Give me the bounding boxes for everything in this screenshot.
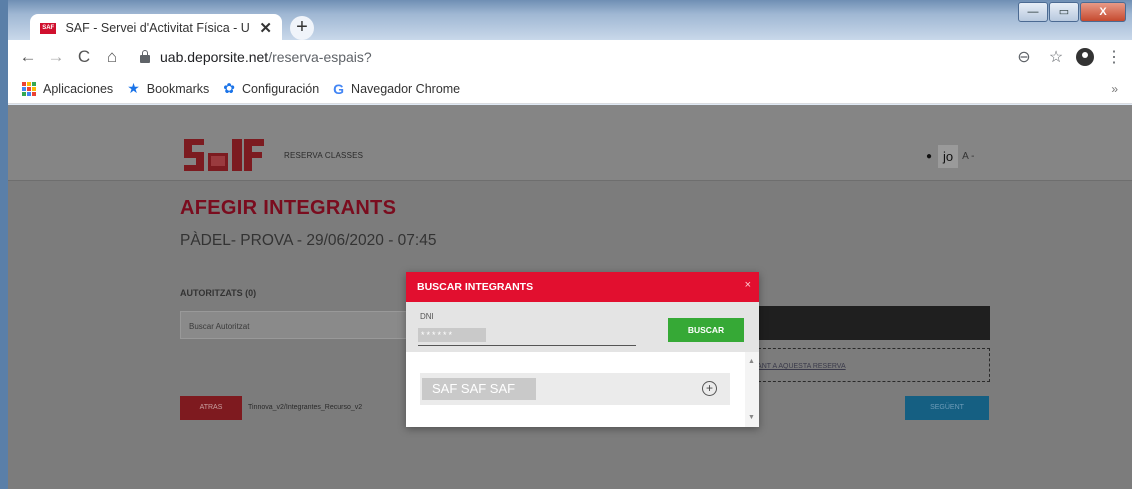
result-name: SAF SAF SAF: [422, 378, 536, 400]
bookmark-label: Aplicaciones: [43, 81, 114, 96]
window-controls: — ▭ X: [1018, 2, 1126, 22]
address-bar[interactable]: uab.deporsite.net/reserva-espais?: [140, 49, 372, 65]
saf-logo-icon[interactable]: [180, 135, 268, 175]
modal-search-area: DNI ****** BUSCAR: [406, 302, 759, 352]
dni-label: DNI: [420, 312, 434, 321]
menu-kebab-icon[interactable]: ⋮: [1102, 47, 1126, 67]
tab-close-icon[interactable]: ✕: [259, 19, 272, 37]
user-icon: ●: [926, 151, 933, 162]
search-button[interactable]: BUSCAR: [668, 318, 744, 342]
toolbar-actions: ⊖ ☆ ⋮: [1012, 40, 1126, 74]
dni-value: ******: [418, 328, 486, 342]
page-title: AFEGIR INTEGRANTS: [180, 197, 397, 219]
tab-title: SAF - Servei d'Activitat Física - U: [65, 21, 250, 35]
url-path: /reserva-espais?: [268, 49, 372, 65]
title-bar: SAF SAF - Servei d'Activitat Física - U …: [8, 0, 1132, 42]
bookmarks-overflow-icon[interactable]: »: [1111, 82, 1118, 96]
site-header: RESERVA CLASSES ● jo A -: [8, 105, 1132, 181]
bookmarks-bar: Aplicaciones ★ Bookmarks ✿ Configuración…: [8, 74, 1132, 104]
star-icon: ★: [127, 80, 140, 96]
add-circle-icon[interactable]: +: [702, 381, 717, 396]
nav-reserva-classes[interactable]: RESERVA CLASSES: [284, 151, 363, 160]
browser-tab[interactable]: SAF SAF - Servei d'Activitat Física - U …: [30, 14, 282, 42]
modal-title: BUSCAR INTEGRANTS: [417, 281, 534, 293]
gear-icon: ✿: [223, 80, 236, 96]
bookmark-bookmarks[interactable]: ★ Bookmarks: [127, 80, 209, 97]
user-menu-caret: A -: [962, 151, 975, 162]
scroll-up-icon[interactable]: ▲: [748, 358, 755, 365]
user-name: jo: [938, 145, 959, 168]
zoom-icon[interactable]: ⊖: [1012, 47, 1036, 67]
bookmark-configuracion[interactable]: ✿ Configuración: [223, 80, 319, 97]
back-arrow-icon[interactable]: ←: [14, 47, 42, 67]
search-authorized-input[interactable]: Buscar Autoritzat: [180, 311, 416, 339]
results-scrollbar[interactable]: ▲ ▼: [745, 352, 759, 427]
home-icon[interactable]: ⌂: [98, 47, 126, 67]
bookmark-navegador-chrome[interactable]: G Navegador Chrome: [333, 81, 460, 97]
lock-icon: [140, 50, 150, 63]
minimize-button[interactable]: —: [1018, 2, 1048, 22]
bookmark-label: Bookmarks: [146, 81, 210, 96]
back-button[interactable]: ATRAS: [180, 396, 242, 420]
bookmark-label: Configuración: [242, 81, 320, 96]
search-members-modal: BUSCAR INTEGRANTS × DNI ****** BUSCAR SA…: [406, 272, 759, 427]
modal-header: BUSCAR INTEGRANTS ×: [406, 272, 759, 302]
user-menu[interactable]: ● jo A -: [926, 145, 974, 168]
profile-avatar-icon[interactable]: [1076, 48, 1094, 66]
bookmark-label: Navegador Chrome: [351, 81, 461, 96]
debug-path-text: Tinnova_v2/Integrantes_Recurso_v2: [248, 404, 363, 411]
maximize-button[interactable]: ▭: [1049, 2, 1079, 22]
bookmark-aplicaciones[interactable]: Aplicaciones: [22, 81, 114, 96]
new-tab-button[interactable]: +: [290, 16, 314, 40]
modal-close-icon[interactable]: ×: [745, 279, 751, 291]
bookmark-star-icon[interactable]: ☆: [1044, 47, 1068, 67]
add-member-link[interactable]: RANT A AQUESTA RESERVA: [752, 363, 846, 370]
browser-window: SAF SAF - Servei d'Activitat Física - U …: [8, 0, 1132, 489]
saf-favicon-icon: SAF: [40, 22, 57, 34]
authorized-section-label: AUTORITZATS (0): [180, 288, 257, 298]
members-header-bar: [748, 306, 990, 340]
page-subtitle: PÀDEL- PROVA - 29/06/2020 - 07:45: [180, 232, 437, 249]
close-window-button[interactable]: X: [1080, 2, 1126, 22]
apps-grid-icon: [22, 81, 36, 96]
browser-toolbar: ← → C ⌂ uab.deporsite.net/reserva-espais…: [8, 40, 1132, 74]
next-button[interactable]: SEGÜENT: [905, 396, 989, 420]
scroll-down-icon[interactable]: ▼: [748, 414, 755, 421]
google-g-icon: G: [333, 80, 345, 97]
reload-icon[interactable]: C: [70, 47, 98, 67]
list-item[interactable]: SAF SAF SAF +: [420, 373, 730, 405]
url-domain: uab.deporsite.net: [160, 49, 269, 65]
forward-arrow-icon[interactable]: →: [42, 47, 70, 67]
search-results-list: SAF SAF SAF + ▲ ▼: [406, 352, 759, 427]
